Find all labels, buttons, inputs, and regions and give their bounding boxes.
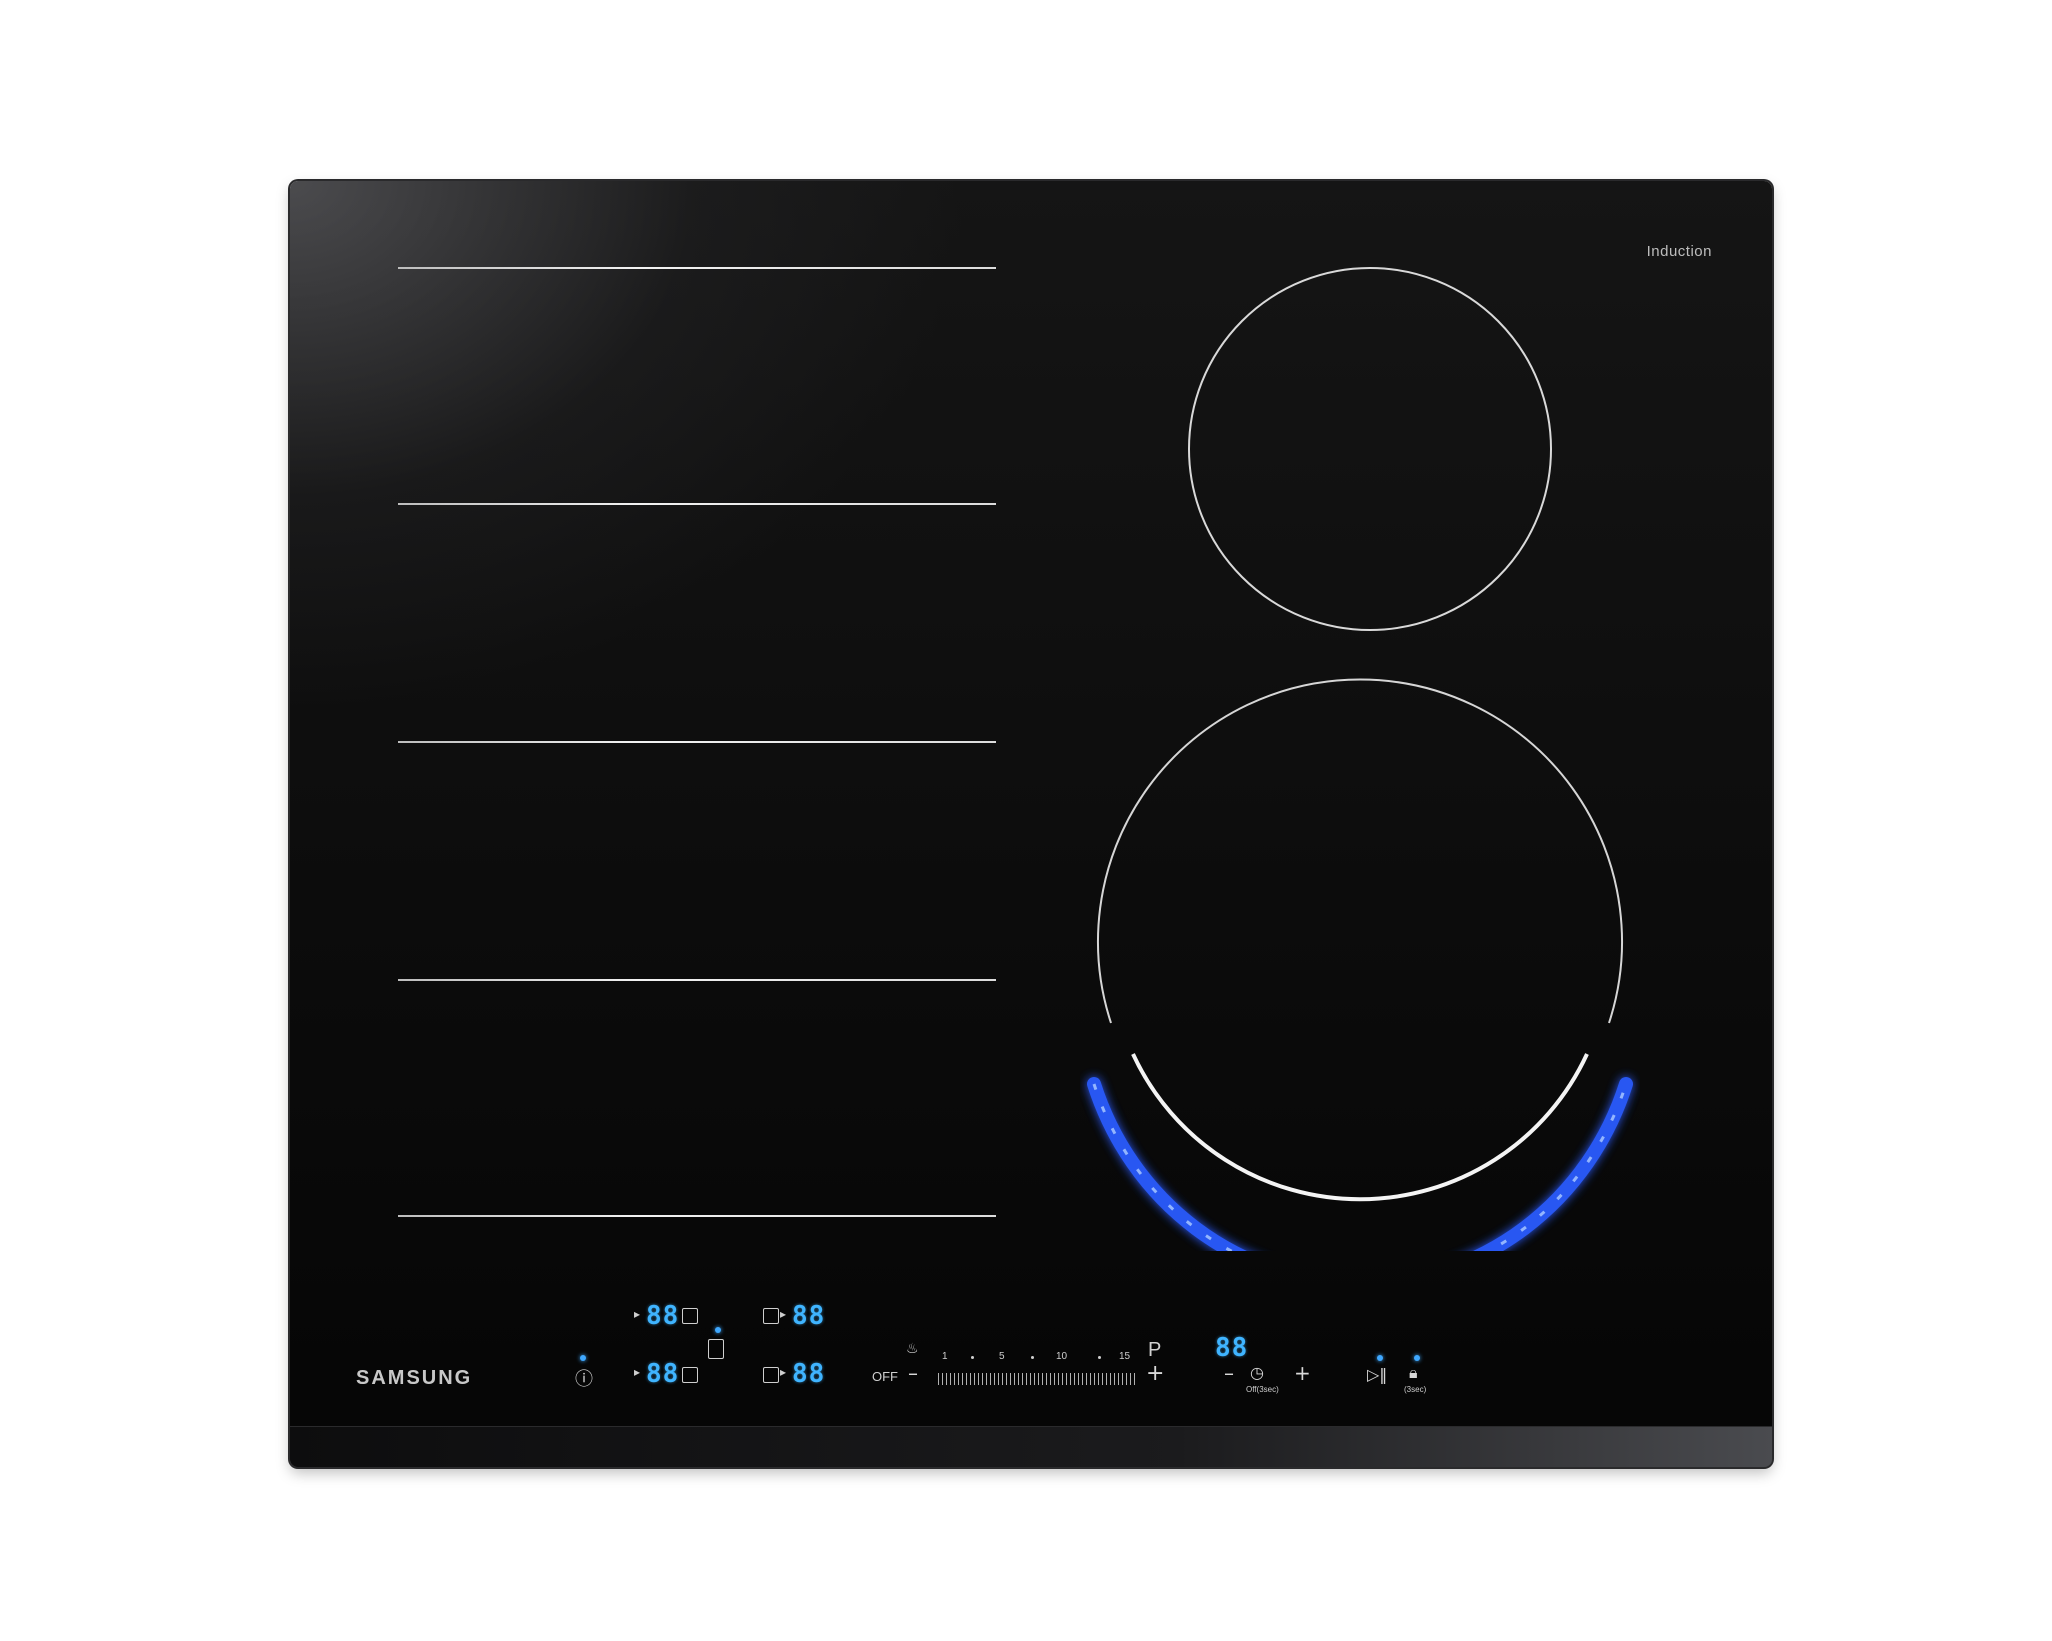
zone3-display[interactable]: 88: [792, 1301, 825, 1331]
lock-icon[interactable]: 🔒︎: [1409, 1363, 1418, 1383]
flex-zone-line-4: [398, 979, 996, 981]
flex-zone-line-1: [398, 267, 996, 269]
zone2-display[interactable]: 88: [646, 1359, 679, 1389]
induction-label: Induction: [1646, 243, 1712, 260]
flex-zone-line-5: [398, 1215, 996, 1217]
zone1-box-icon[interactable]: [682, 1308, 698, 1324]
virtual-flame-ring: [1087, 1077, 1633, 1251]
power-boost-label[interactable]: P: [1148, 1339, 1161, 1362]
timer-plus-icon[interactable]: +: [1294, 1361, 1311, 1385]
zone1-display[interactable]: 88: [646, 1301, 679, 1331]
scale-label-15: 15: [1119, 1351, 1131, 1362]
lock-label: (3sec): [1404, 1385, 1427, 1394]
scale-label-10: 10: [1056, 1351, 1068, 1362]
flex-link-icon[interactable]: [708, 1339, 724, 1359]
samsung-logo: SAMSUNG: [356, 1367, 473, 1389]
flex-zone-line-3: [398, 741, 996, 743]
large-cooking-zone: [1087, 678, 1633, 1251]
large-zone-ring: [1097, 678, 1623, 1024]
info-indicator: [580, 1355, 586, 1361]
zone1-arrow-icon: ▸: [634, 1307, 641, 1321]
zone4-arrow-icon: ▸: [780, 1365, 787, 1379]
lock-indicator: [1414, 1355, 1420, 1361]
zone3-arrow-icon: ▸: [780, 1307, 787, 1321]
zone2-box-icon[interactable]: [682, 1367, 698, 1383]
timer-off-label: Off(3sec): [1246, 1385, 1279, 1394]
zone3-box-icon[interactable]: [763, 1308, 779, 1324]
pause-indicator: [1377, 1355, 1383, 1361]
play-pause-icon[interactable]: ▷‖: [1367, 1365, 1387, 1384]
clock-icon[interactable]: ◷: [1250, 1363, 1264, 1382]
minus-icon[interactable]: –: [908, 1361, 918, 1385]
keep-warm-icon[interactable]: ♨: [906, 1341, 919, 1357]
plus-icon[interactable]: +: [1146, 1361, 1164, 1386]
flex-zone-line-2: [398, 503, 996, 505]
scale-label-5: 5: [999, 1351, 1005, 1362]
zone4-display[interactable]: 88: [792, 1359, 825, 1389]
off-label[interactable]: OFF: [872, 1369, 898, 1384]
zone4-box-icon[interactable]: [763, 1367, 779, 1383]
timer-minus-icon[interactable]: –: [1224, 1361, 1234, 1385]
power-slider[interactable]: [938, 1373, 1136, 1385]
front-edge: [290, 1426, 1772, 1467]
flex-link-indicator: [715, 1327, 721, 1333]
large-zone-lower-arc: [1131, 1053, 1589, 1202]
zone2-arrow-icon: ▸: [634, 1365, 641, 1379]
scale-label-1: 1: [942, 1351, 948, 1362]
timer-display: 88: [1215, 1333, 1249, 1363]
induction-cooktop: Induction SAMSUNG ⓘ ▸ 88 ▸ 88 ▸ 88 ▸ 88 …: [290, 181, 1772, 1467]
info-icon[interactable]: ⓘ: [575, 1365, 593, 1391]
small-cooking-zone: [1188, 267, 1552, 631]
